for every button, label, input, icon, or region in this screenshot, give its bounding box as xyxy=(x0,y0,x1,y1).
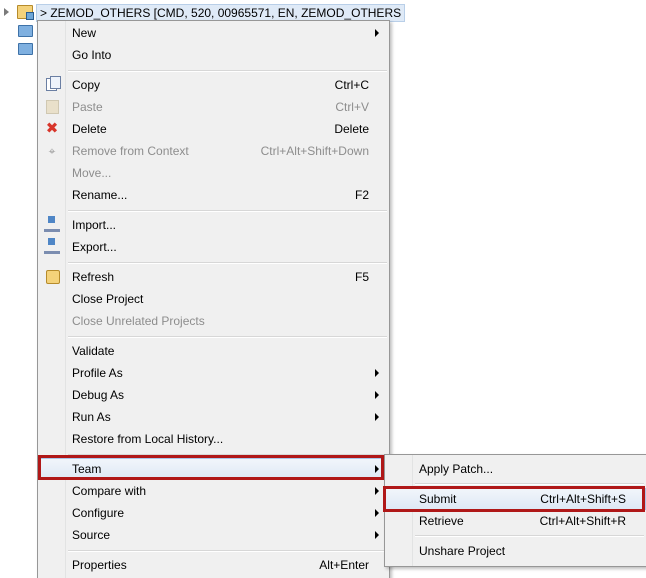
folder-icon xyxy=(18,25,33,37)
menu-item-label: Debug As xyxy=(72,388,125,402)
menu-item-label: Close Unrelated Projects xyxy=(72,314,205,328)
menu-item-label: Configure xyxy=(72,506,125,520)
menu-item-shortcut: Alt+Enter xyxy=(319,558,369,572)
menu-item-label: New xyxy=(72,26,97,40)
menu-item-delete[interactable]: ✖ Delete Delete xyxy=(38,118,389,140)
export-icon xyxy=(44,238,60,254)
menu-item-shortcut: Ctrl+V xyxy=(335,100,369,114)
menu-item-close-project[interactable]: Close Project xyxy=(38,288,389,310)
menu-item-import[interactable]: Import... xyxy=(38,214,389,236)
folder-icon xyxy=(18,43,33,55)
menu-item-label: Refresh xyxy=(72,270,115,284)
menu-item-label: Paste xyxy=(72,100,103,114)
menu-item-compare-with[interactable]: Compare with xyxy=(38,480,389,502)
menu-item-export[interactable]: Export... xyxy=(38,236,389,258)
submenu-arrow-icon xyxy=(375,391,379,399)
delete-icon: ✖ xyxy=(45,120,59,137)
menu-item-rename[interactable]: Rename... F2 xyxy=(38,184,389,206)
submit-highlight-box xyxy=(383,486,645,512)
menu-item-label: Restore from Local History... xyxy=(72,432,224,446)
submenu-item-apply-patch[interactable]: Apply Patch... xyxy=(385,458,646,480)
context-menu: New Go Into Copy Ctrl+C Paste Ctrl+V ✖ D… xyxy=(37,20,390,578)
menu-separator xyxy=(68,336,387,338)
menu-item-label: Import... xyxy=(72,218,117,232)
copy-icon xyxy=(46,76,61,91)
menu-item-shortcut: Ctrl+Alt+Shift+Down xyxy=(260,144,369,158)
menu-item-label: Close Project xyxy=(72,292,144,306)
team-highlight-box xyxy=(38,455,384,480)
menu-item-shortcut: F2 xyxy=(354,188,369,202)
menu-item-move[interactable]: Move... xyxy=(38,162,389,184)
submenu-arrow-icon xyxy=(375,369,379,377)
menu-item-label: Delete xyxy=(72,122,107,136)
menu-item-copy[interactable]: Copy Ctrl+C xyxy=(38,74,389,96)
menu-item-source[interactable]: Source xyxy=(38,524,389,546)
menu-item-validate[interactable]: Validate xyxy=(38,340,389,362)
menu-item-label: Go Into xyxy=(72,48,112,62)
menu-item-refresh[interactable]: Refresh F5 xyxy=(38,266,389,288)
menu-item-profile-as[interactable]: Profile As xyxy=(38,362,389,384)
submenu-item-unshare-project[interactable]: Unshare Project xyxy=(385,540,646,562)
menu-separator xyxy=(68,550,387,552)
project-icon xyxy=(17,5,34,20)
expand-arrow-icon[interactable] xyxy=(4,8,9,16)
menu-item-label: Compare with xyxy=(72,484,147,498)
menu-item-label: Profile As xyxy=(72,366,123,380)
menu-item-label: Source xyxy=(72,528,111,542)
menu-item-properties[interactable]: Properties Alt+Enter xyxy=(38,554,389,576)
menu-item-new[interactable]: New xyxy=(38,22,389,44)
menu-item-run-as[interactable]: Run As xyxy=(38,406,389,428)
submenu-item-retrieve[interactable]: Retrieve Ctrl+Alt+Shift+R xyxy=(385,510,646,532)
menu-item-shortcut: F5 xyxy=(354,270,369,284)
menu-item-shortcut: Ctrl+C xyxy=(334,78,369,92)
import-icon xyxy=(44,216,60,232)
submenu-arrow-icon xyxy=(375,487,379,495)
menu-item-label: Rename... xyxy=(72,188,128,202)
menu-item-restore-from-local-history[interactable]: Restore from Local History... xyxy=(38,428,389,450)
menu-item-label: Unshare Project xyxy=(419,544,506,558)
menu-item-paste[interactable]: Paste Ctrl+V xyxy=(38,96,389,118)
submenu-arrow-icon xyxy=(375,413,379,421)
menu-item-go-into[interactable]: Go Into xyxy=(38,44,389,66)
menu-item-debug-as[interactable]: Debug As xyxy=(38,384,389,406)
menu-item-remove-from-context[interactable]: ⌖ Remove from Context Ctrl+Alt+Shift+Dow… xyxy=(38,140,389,162)
refresh-icon xyxy=(46,270,60,284)
menu-item-label: Retrieve xyxy=(419,514,464,528)
menu-item-shortcut: Ctrl+Alt+Shift+R xyxy=(539,514,626,528)
menu-separator xyxy=(68,70,387,72)
menu-item-configure[interactable]: Configure xyxy=(38,502,389,524)
paste-icon xyxy=(46,100,59,114)
menu-separator xyxy=(68,210,387,212)
menu-item-label: Validate xyxy=(72,344,115,358)
menu-separator xyxy=(68,262,387,264)
menu-item-label: Apply Patch... xyxy=(419,462,494,476)
menu-separator xyxy=(415,483,644,485)
menu-item-shortcut: Delete xyxy=(334,122,369,136)
remove-context-icon: ⌖ xyxy=(48,144,56,158)
menu-item-close-unrelated-projects[interactable]: Close Unrelated Projects xyxy=(38,310,389,332)
submenu-arrow-icon xyxy=(375,29,379,37)
submenu-arrow-icon xyxy=(375,531,379,539)
menu-item-label: Export... xyxy=(72,240,117,254)
submenu-arrow-icon xyxy=(375,509,379,517)
menu-item-label: Run As xyxy=(72,410,111,424)
menu-separator xyxy=(415,535,644,537)
menu-item-label: Properties xyxy=(72,558,127,572)
menu-item-label: Move... xyxy=(72,166,112,180)
menu-item-label: Copy xyxy=(72,78,101,92)
menu-item-label: Remove from Context xyxy=(72,144,189,158)
